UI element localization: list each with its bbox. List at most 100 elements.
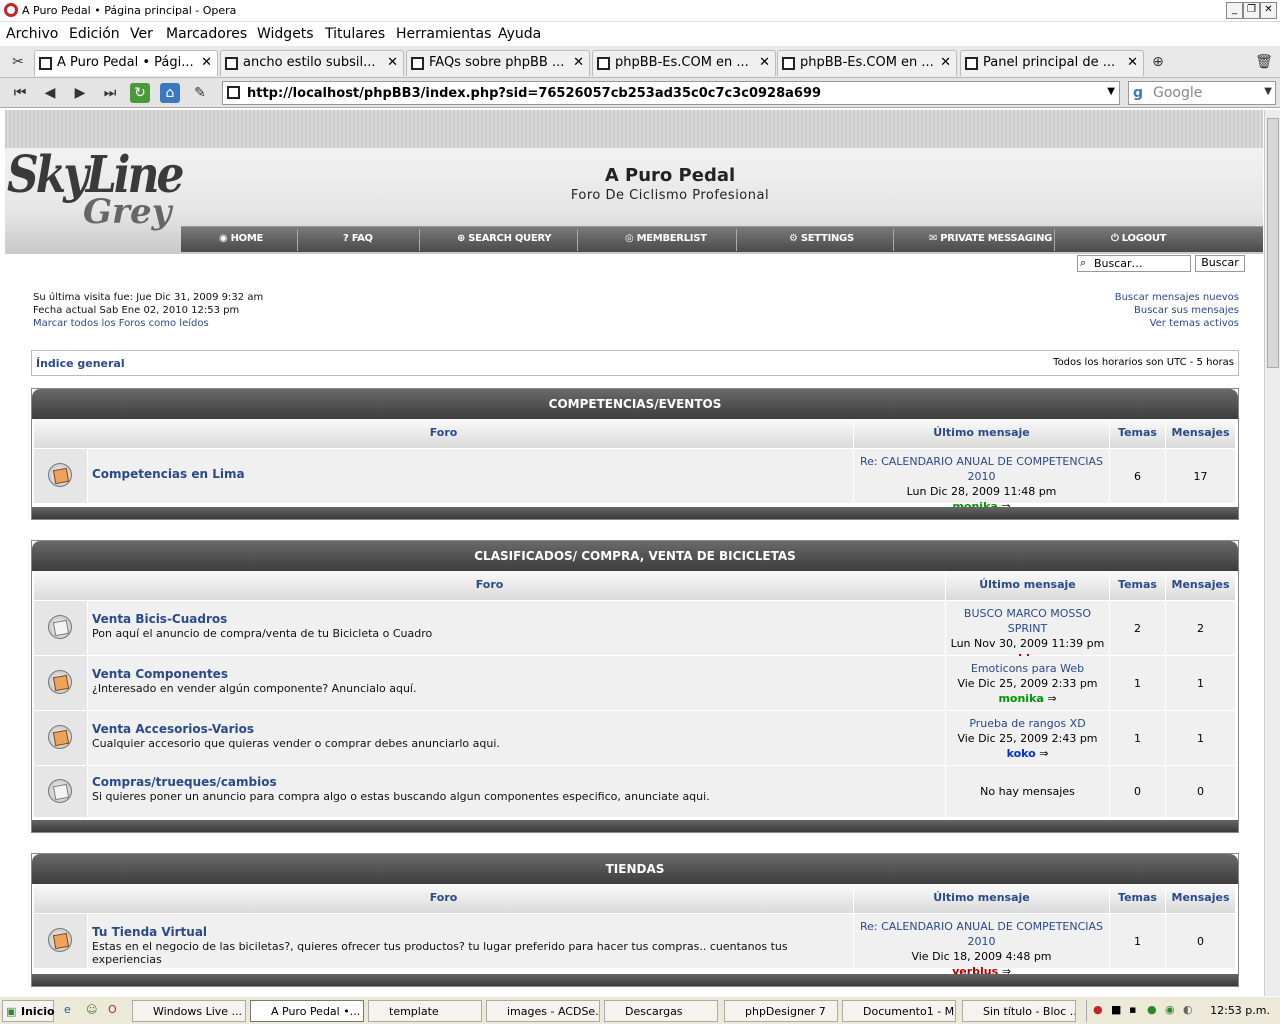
last-post-subject-link[interactable]: Re: CALENDARIO ANUAL DE COMPETENCIAS 201… — [854, 454, 1109, 484]
menu-archivo[interactable]: Archivo — [6, 26, 58, 42]
last-post-subject-link[interactable]: Re: CALENDARIO ANUAL DE COMPETENCIAS 201… — [854, 919, 1109, 949]
close-tab-icon[interactable]: ✕ — [201, 55, 212, 70]
forum-title-link[interactable]: Tu Tienda Virtual — [92, 925, 207, 939]
category-tiendas: TIENDAS Foro Último mensaje Temas Mensaj… — [31, 853, 1239, 987]
taskbar-item-phpdesigner[interactable]: phpDesigner 7 — [724, 1000, 838, 1022]
taskbar-item-descargas[interactable]: Descargas — [604, 1000, 718, 1022]
search-button[interactable]: Buscar — [1195, 255, 1245, 272]
nav-settings[interactable]: ⚙ SETTINGS — [789, 233, 854, 244]
nav-logout[interactable]: ⏻ LOGOUT — [1111, 233, 1166, 244]
forum-title-link[interactable]: Venta Bicis-Cuadros — [92, 612, 227, 626]
last-post-author-link[interactable]: koko — [1007, 747, 1036, 760]
menu-marcadores[interactable]: Marcadores — [166, 26, 247, 42]
messenger-icon[interactable]: ☺ — [86, 1003, 97, 1016]
board-index-link[interactable]: Índice general — [36, 357, 125, 370]
forum-title-link[interactable]: Compras/trueques/cambios — [92, 775, 277, 789]
category-title[interactable]: COMPETENCIAS/EVENTOS — [32, 389, 1238, 419]
view-latest-post-icon[interactable]: ⇒ — [1039, 747, 1048, 760]
posts-cell: 0 — [1166, 766, 1236, 817]
tab-ancho-estilo[interactable]: ancho estilo subsil... ✕ — [220, 50, 404, 76]
close-tab-icon[interactable]: ✕ — [573, 55, 584, 70]
close-tab-icon[interactable]: ✕ — [1127, 55, 1138, 70]
tray-volume-icon[interactable]: ◐ — [1183, 1003, 1193, 1016]
taskbar-item-a-puro-pedal[interactable]: A Puro Pedal •... — [250, 1000, 364, 1022]
view-latest-post-icon[interactable]: ⇒ — [1047, 692, 1056, 705]
new-posts-link[interactable]: Buscar mensajes nuevos — [1115, 292, 1239, 303]
forum-unread-icon — [48, 463, 72, 487]
menu-titulares[interactable]: Titulares — [325, 26, 385, 42]
last-post-subject-link[interactable]: BUSCO MARCO MOSSO SPRINT — [946, 606, 1109, 636]
vertical-scrollbar[interactable] — [1264, 110, 1280, 996]
nav-private-messaging[interactable]: ✉ PRIVATE MESSAGING — [929, 233, 1052, 244]
nav-memberlist[interactable]: ◎ MEMBERLIST — [625, 233, 707, 244]
last-post-author-link[interactable]: monika — [998, 692, 1043, 705]
close-tab-icon[interactable]: ✕ — [940, 55, 951, 70]
taskbar-item-images-acdsee[interactable]: images - ACDSe... — [486, 1000, 600, 1022]
your-posts-link[interactable]: Buscar sus mensajes — [1134, 305, 1239, 316]
tray-app-icon[interactable]: ■ — [1111, 1003, 1121, 1016]
edit-icon[interactable]: ✎ — [190, 83, 210, 103]
taskbar-item-bloc-de-notas[interactable]: Sin título - Bloc ... — [962, 1000, 1076, 1022]
posts-count: 1 — [1197, 677, 1204, 690]
forum-title-link[interactable]: Venta Componentes — [92, 667, 228, 681]
restore-icon[interactable]: ❐ — [1243, 2, 1260, 19]
tab-a-puro-pedal[interactable]: A Puro Pedal • Pági... ✕ — [34, 50, 218, 76]
last-post-date: Vie Dic 25, 2009 2:33 pm — [957, 677, 1098, 690]
taskbar-label: Sin título - Bloc ... — [983, 1005, 1076, 1018]
tray-opera-icon[interactable]: ● — [1093, 1003, 1103, 1016]
forward-icon[interactable]: ▶ — [70, 83, 90, 103]
nav-search-query[interactable]: ⊕ SEARCH QUERY — [457, 233, 551, 244]
menu-widgets[interactable]: Widgets — [257, 26, 314, 42]
trash-can-icon[interactable]: 🗑 — [1254, 52, 1274, 72]
mark-forums-read-link[interactable]: Marcar todos los Foros como leídos — [33, 318, 209, 329]
menu-herramientas[interactable]: Herramientas — [396, 26, 491, 42]
taskbar-item-windows-live[interactable]: Windows Live ... — [132, 1000, 246, 1022]
home-icon[interactable]: ⌂ — [160, 83, 180, 103]
nav-home[interactable]: ◉ HOME — [219, 233, 263, 244]
site-logo[interactable]: SkyLine Grey — [7, 144, 184, 244]
nav-faq[interactable]: ? FAQ — [343, 233, 373, 244]
forum-title-link[interactable]: Venta Accesorios-Varios — [92, 722, 254, 736]
url-field[interactable]: http://localhost/phpBB3/index.php?sid=76… — [222, 81, 1120, 105]
tray-security-icon[interactable]: ◉ — [1165, 1003, 1175, 1016]
category-title[interactable]: TIENDAS — [32, 854, 1238, 884]
close-tab-icon[interactable]: ✕ — [387, 55, 398, 70]
tab-phpbb-es-2[interactable]: phpBB-Es.COM en ... ✕ — [777, 50, 957, 76]
taskbar-item-documento1[interactable]: Documento1 - M... — [842, 1000, 956, 1022]
ie-icon[interactable]: e — [64, 1003, 71, 1016]
close-tab-icon[interactable]: ✕ — [759, 55, 770, 70]
back-icon[interactable]: ◀ — [40, 83, 60, 103]
taskbar-item-template[interactable]: template — [368, 1000, 482, 1022]
trash-icon[interactable]: ✂ — [8, 52, 28, 72]
header-posts: Mensajes — [1166, 571, 1236, 600]
start-button[interactable]: ▣ Inicio — [2, 1000, 55, 1022]
clock[interactable]: 12:53 p.m. — [1210, 1004, 1270, 1017]
reload-icon[interactable]: ↻ — [130, 83, 150, 103]
forum-search-input[interactable]: ⌕ Buscar… — [1077, 255, 1191, 272]
category-title[interactable]: CLASIFICADOS/ COMPRA, VENTA DE BICICLETA… — [32, 541, 1238, 571]
rewind-icon[interactable]: ⏮ — [10, 83, 30, 103]
menu-edicion[interactable]: Edición — [69, 26, 120, 42]
minimize-icon[interactable]: _ — [1226, 2, 1243, 19]
last-post-subject-link[interactable]: Emoticons para Web — [946, 661, 1109, 676]
header-forum: Foro — [34, 884, 854, 913]
forum-title-link[interactable]: Competencias en Lima — [92, 467, 245, 481]
tray-terminal-icon[interactable]: ▪ — [1129, 1003, 1136, 1016]
opera-quicklaunch-icon[interactable]: O — [108, 1003, 117, 1016]
chevron-down-icon[interactable]: ▼ — [1107, 86, 1115, 97]
close-icon[interactable]: ✕ — [1260, 2, 1277, 19]
menu-ver[interactable]: Ver — [130, 26, 153, 42]
chevron-down-icon[interactable]: ▼ — [1264, 86, 1272, 97]
last-post-subject-link[interactable]: Prueba de rangos XD — [946, 716, 1109, 731]
active-topics-link[interactable]: Ver temas activos — [1150, 318, 1239, 329]
scrollbar-thumb[interactable] — [1267, 118, 1279, 368]
google-search-field[interactable]: g Google ▼ — [1128, 81, 1276, 105]
tab-label: FAQs sobre phpBB ... — [429, 55, 565, 70]
tab-panel-principal[interactable]: Panel principal de ... ✕ — [960, 50, 1144, 76]
tab-faqs-phpbb[interactable]: FAQs sobre phpBB ... ✕ — [406, 50, 590, 76]
menu-ayuda[interactable]: Ayuda — [498, 26, 541, 42]
tray-network-icon[interactable]: ● — [1147, 1003, 1157, 1016]
new-tab-icon[interactable]: ⊕ — [1148, 52, 1168, 72]
fast-forward-icon[interactable]: ⏭ — [100, 83, 120, 103]
tab-phpbb-es-1[interactable]: phpBB-Es.COM en ... ✕ — [592, 50, 776, 76]
